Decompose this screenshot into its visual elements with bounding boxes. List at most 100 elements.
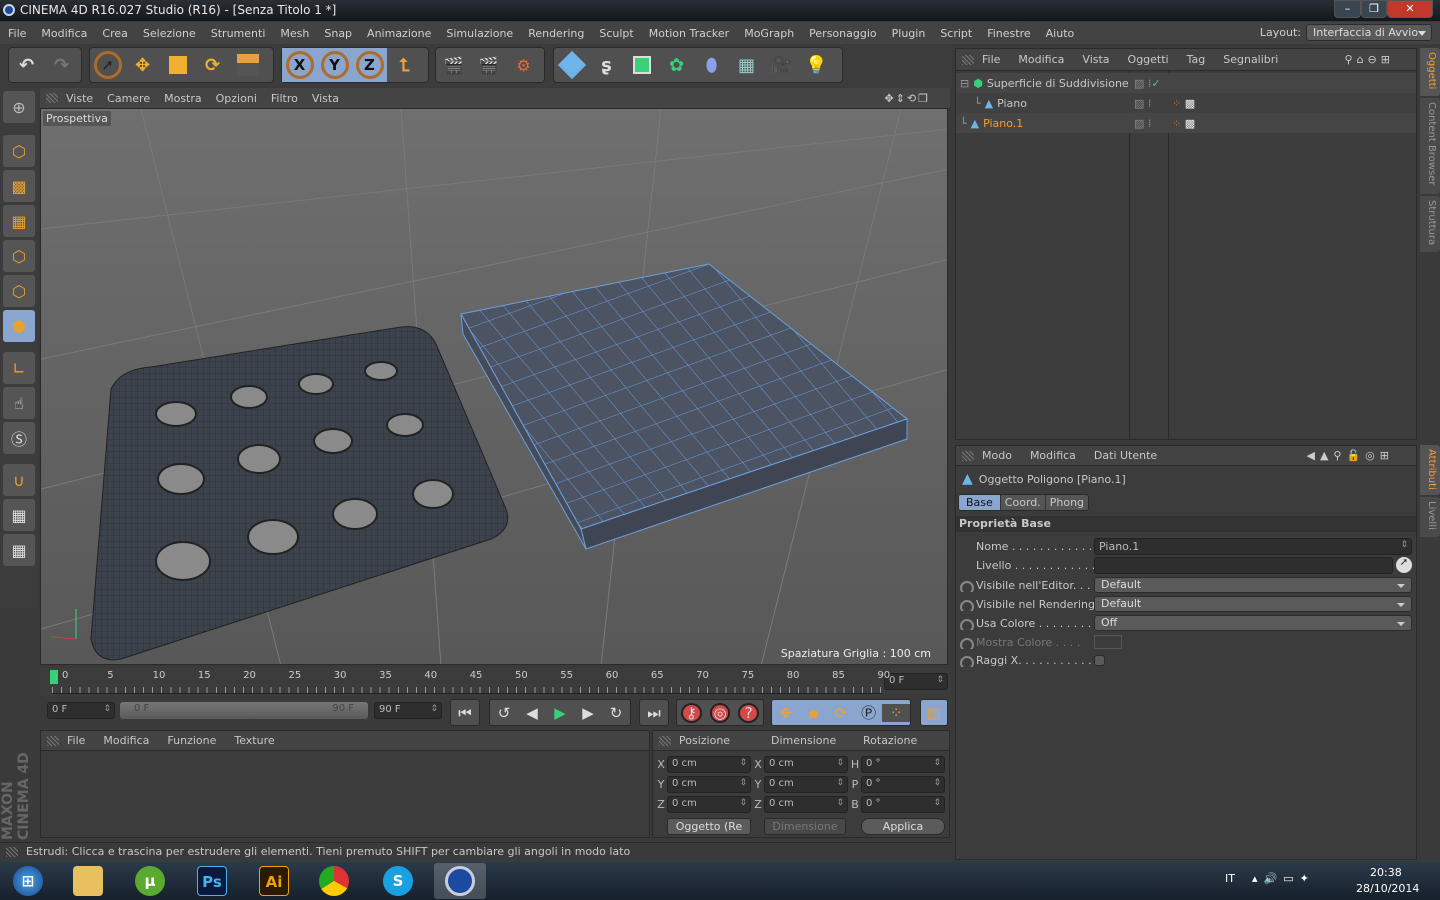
object-menu-tag[interactable]: Tag (1187, 53, 1206, 66)
taskbar-utorrent[interactable]: µ (124, 863, 176, 899)
size-z-field[interactable]: 0 cm (764, 796, 848, 813)
object-menu-segnalibri[interactable]: Segnalibri (1223, 53, 1278, 66)
menu-crea[interactable]: Crea (102, 27, 127, 40)
menu-mesh[interactable]: Mesh (280, 27, 309, 40)
taskbar-illustrator[interactable]: Ai (248, 863, 300, 899)
object-row[interactable]: └ ▲ Piano.1 ▨ ⁞ ⁘ ▩ (956, 113, 1416, 133)
play-icon[interactable]: ▶ (546, 704, 574, 722)
make-editable-icon[interactable]: ⊕ (3, 91, 35, 123)
z-axis-lock-icon[interactable]: Z (352, 48, 387, 82)
clock-time[interactable]: 20:38 (1370, 866, 1402, 879)
y-axis-lock-icon[interactable]: Y (317, 48, 352, 82)
clock-date[interactable]: 28/10/2014 (1356, 882, 1419, 895)
material-menu-texture[interactable]: Texture (234, 734, 274, 747)
timeline-ruler[interactable]: 0 F (40, 668, 950, 696)
tweak-mode-icon[interactable]: ☝ (3, 387, 35, 419)
tab-content-browser[interactable]: Content Browser (1420, 98, 1440, 194)
key-rotation-icon[interactable]: ⟳ (827, 704, 855, 722)
position-x-field[interactable]: 0 cm (667, 756, 751, 773)
visibility-toggle-icon[interactable]: ▨ ⁞ (1134, 97, 1151, 110)
viewport-menu-camere[interactable]: Camere (107, 92, 150, 105)
tab-phong[interactable]: Phong (1044, 495, 1089, 510)
visibility-toggle-icon[interactable]: ▨ ⁞✓ (1134, 77, 1161, 90)
floor-icon[interactable]: ▦ (729, 48, 764, 82)
snap-icon[interactable]: Ⓢ (3, 422, 35, 454)
deformer-icon[interactable]: ⬮ (694, 48, 729, 82)
raggi-x-checkbox[interactable] (1094, 654, 1105, 666)
visibility-toggle-icon[interactable]: ▨ ⁞ (1134, 117, 1151, 130)
select-tool-icon[interactable]: ➚ (90, 48, 125, 82)
keyframe-selection-icon[interactable]: ? (738, 702, 760, 723)
vis-editor-dropdown[interactable]: Default (1094, 577, 1412, 593)
axis-mode-icon[interactable]: ∟ (3, 352, 35, 384)
redo-icon[interactable]: ↷ (44, 48, 79, 82)
model-mode-icon[interactable]: ⬡ (3, 135, 35, 167)
menu-mograph[interactable]: MoGraph (744, 27, 794, 40)
menu-aiuto[interactable]: Aiuto (1046, 27, 1075, 40)
close-button[interactable]: ✕ (1387, 0, 1433, 18)
undo-icon[interactable]: ↶ (9, 48, 44, 82)
menu-strumenti[interactable]: Strumenti (211, 27, 266, 40)
current-frame-field[interactable]: 0 F (884, 673, 948, 690)
object-menu-file[interactable]: File (982, 53, 1000, 66)
phong-tag-icon[interactable]: ⁘ ▩ (1172, 117, 1195, 130)
spline-pen-icon[interactable]: ʂ (589, 48, 624, 82)
previous-key-icon[interactable]: ↺ (490, 704, 518, 722)
render-view-icon[interactable]: 🎬 (436, 48, 471, 82)
start-button[interactable]: ⊞ (2, 863, 54, 899)
menu-personaggio[interactable]: Personaggio (809, 27, 876, 40)
language-indicator[interactable]: IT (1225, 872, 1235, 885)
tab-attributi[interactable]: Attributi (1420, 445, 1440, 495)
apply-button[interactable]: Applica (861, 818, 945, 835)
autokey-icon[interactable]: ◎ (709, 702, 731, 723)
key-position-icon[interactable]: ✥ (772, 704, 800, 722)
scale-tool-icon[interactable] (160, 48, 195, 82)
attr-menu-dati-utente[interactable]: Dati Utente (1094, 449, 1157, 462)
object-manager-tools-icons[interactable]: ⚲⌂⊖⊞ (1345, 53, 1394, 66)
previous-frame-icon[interactable]: ◀ (518, 704, 546, 722)
menu-modifica[interactable]: Modifica (41, 27, 87, 40)
move-tool-icon[interactable]: ✥ (125, 48, 160, 82)
viewport-menu-viste[interactable]: Viste (66, 92, 93, 105)
mostra-colore-swatch[interactable] (1094, 635, 1122, 649)
livello-field[interactable] (1094, 556, 1393, 574)
record-key-icon[interactable]: ⚷ (681, 702, 702, 723)
subdivision-surface-icon[interactable] (624, 48, 659, 82)
tab-base[interactable]: Base (959, 495, 1000, 510)
edges-mode-icon[interactable]: ⬡ (3, 275, 35, 307)
size-x-field[interactable]: 0 cm (764, 756, 848, 773)
cloner-icon[interactable]: ✿ (659, 48, 694, 82)
key-parameter-icon[interactable]: Ⓟ (855, 702, 883, 723)
taskbar-photoshop[interactable]: Ps (186, 863, 238, 899)
vis-render-dropdown[interactable]: Default (1094, 596, 1412, 612)
rotate-tool-icon[interactable]: ⟳ (195, 48, 230, 82)
render-settings-icon[interactable]: ⚙ (506, 48, 541, 82)
next-frame-icon[interactable]: ▶ (574, 704, 602, 722)
usa-colore-dropdown[interactable]: Off (1094, 615, 1412, 631)
size-mode-dropdown[interactable]: Dimensione (764, 818, 846, 835)
attr-menu-modo[interactable]: Modo (982, 449, 1012, 462)
object-menu-vista[interactable]: Vista (1082, 53, 1109, 66)
menu-animazione[interactable]: Animazione (367, 27, 431, 40)
size-y-field[interactable]: 0 cm (764, 776, 848, 793)
viewport-menu-opzioni[interactable]: Opzioni (216, 92, 257, 105)
tray-icons[interactable]: ▴🔊▭✦ (1252, 872, 1315, 885)
material-menu-funzione[interactable]: Funzione (167, 734, 216, 747)
menu-finestre[interactable]: Finestre (987, 27, 1030, 40)
nome-input[interactable]: Piano.1 (1094, 537, 1412, 555)
polygons-mode-icon[interactable]: ⬢ (3, 310, 35, 342)
taskbar-skype[interactable]: S (372, 863, 424, 899)
rotation-p-field[interactable]: 0 ° (861, 776, 945, 793)
timeline-icon[interactable]: ▥ (921, 704, 947, 722)
planar-workplane-icon[interactable]: ▦ (3, 534, 35, 566)
rotation-h-field[interactable]: 0 ° (861, 756, 945, 773)
camera-icon[interactable]: 🎥 (764, 48, 799, 82)
menu-sculpt[interactable]: Sculpt (599, 27, 633, 40)
tab-struttura[interactable]: Struttura (1420, 196, 1440, 252)
menu-simulazione[interactable]: Simulazione (446, 27, 513, 40)
position-z-field[interactable]: 0 cm (667, 796, 751, 813)
material-menu-file[interactable]: File (67, 734, 85, 747)
workplane-icon[interactable]: ▦ (3, 205, 35, 237)
range-slider[interactable]: 0 F 90 F (120, 702, 368, 719)
rotation-b-field[interactable]: 0 ° (861, 796, 945, 813)
